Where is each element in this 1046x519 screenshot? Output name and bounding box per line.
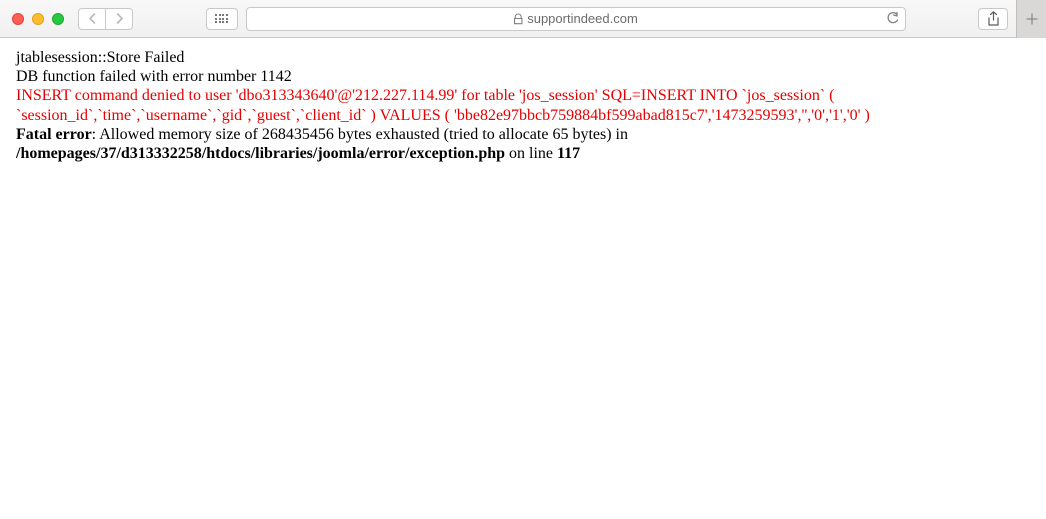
close-window-button[interactable]	[12, 13, 24, 25]
chevron-right-icon	[115, 13, 124, 24]
sql-error: INSERT command denied to user 'dbo313343…	[16, 87, 870, 123]
share-icon	[987, 11, 1000, 27]
share-button[interactable]	[978, 8, 1008, 30]
fatal-online: on line	[505, 145, 557, 162]
url-display: supportindeed.com	[513, 11, 638, 26]
back-button[interactable]	[78, 8, 106, 30]
address-bar[interactable]: supportindeed.com	[246, 7, 906, 31]
reload-button[interactable]	[886, 12, 899, 26]
nav-buttons	[78, 8, 133, 30]
error-line-1: jtablesession::Store Failed	[16, 49, 184, 66]
plus-icon	[1026, 13, 1038, 25]
window-controls	[12, 13, 64, 25]
forward-button[interactable]	[105, 8, 133, 30]
browser-toolbar: supportindeed.com	[0, 0, 1046, 38]
error-line-2: DB function failed with error number 114…	[16, 68, 292, 85]
grid-icon	[215, 14, 228, 23]
chevron-left-icon	[88, 13, 97, 24]
fatal-label: Fatal error	[16, 126, 92, 143]
fatal-message: : Allowed memory size of 268435456 bytes…	[92, 126, 628, 143]
minimize-window-button[interactable]	[32, 13, 44, 25]
lock-icon	[513, 13, 522, 25]
fullscreen-window-button[interactable]	[52, 13, 64, 25]
fatal-line: 117	[557, 145, 580, 162]
top-sites-button[interactable]	[206, 8, 238, 30]
url-text: supportindeed.com	[527, 11, 638, 26]
page-content: jtablesession::Store Failed DB function …	[0, 38, 1046, 173]
fatal-path: /homepages/37/d313332258/htdocs/librarie…	[16, 145, 505, 162]
reload-icon	[886, 12, 899, 26]
new-tab-button[interactable]	[1016, 0, 1046, 38]
